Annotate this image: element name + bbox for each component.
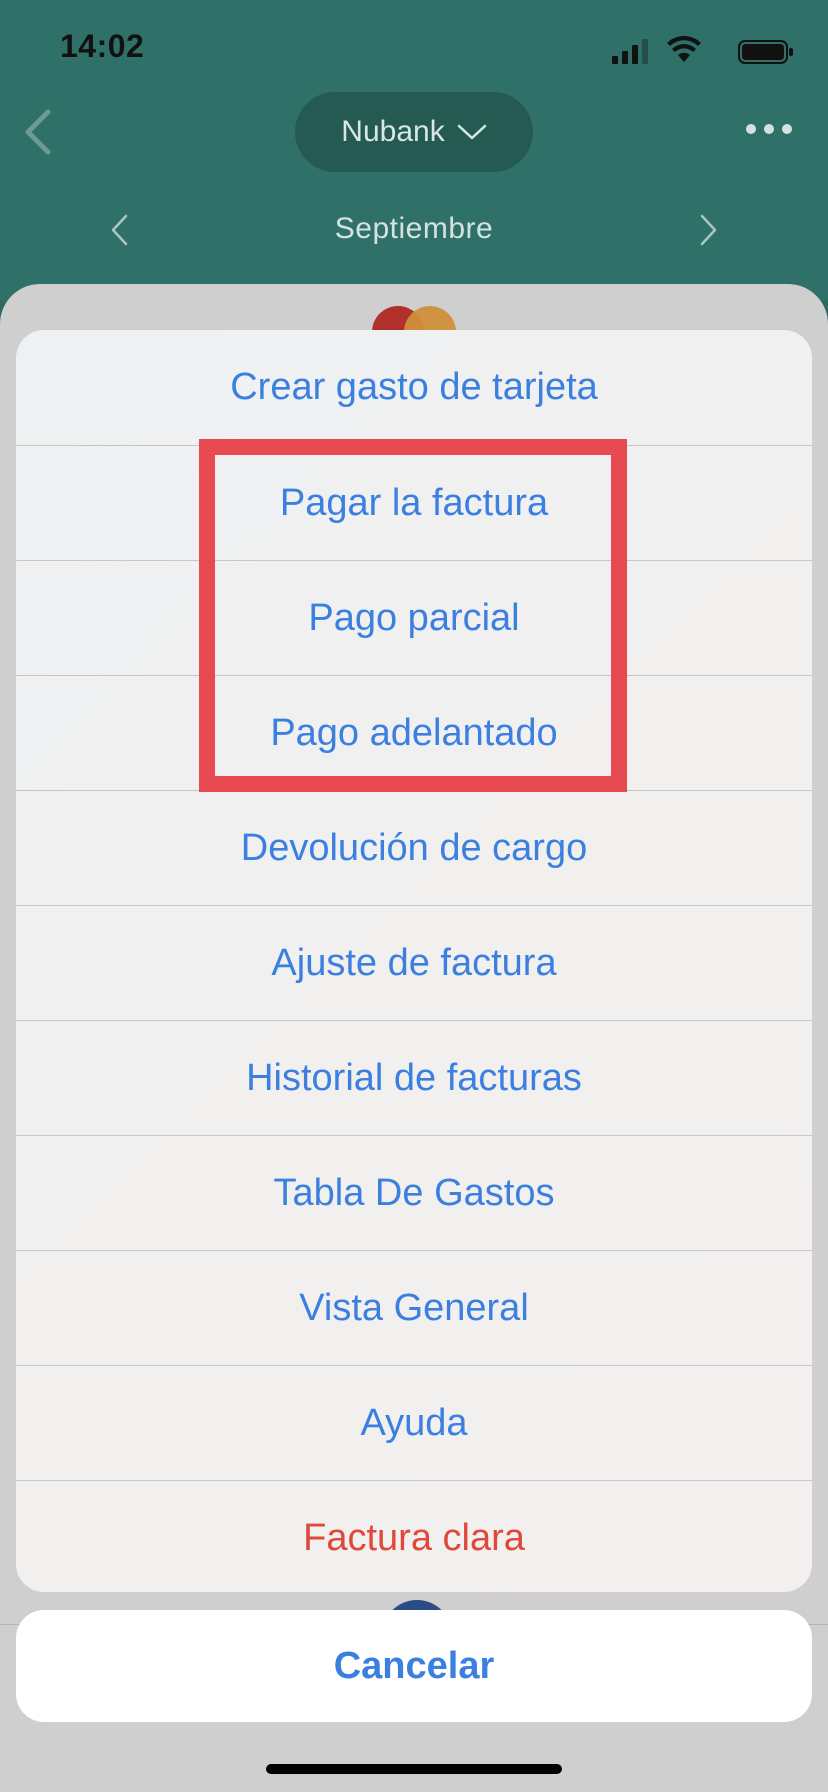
cancel-button[interactable]: Cancelar <box>16 1610 812 1722</box>
action-create-card-expense[interactable]: Crear gasto de tarjeta <box>16 330 812 445</box>
action-overview[interactable]: Vista General <box>16 1250 812 1365</box>
status-bar: 14:02 <box>0 0 828 100</box>
back-icon[interactable] <box>20 108 60 156</box>
account-name: Nubank <box>341 115 445 148</box>
action-chargeback[interactable]: Devolución de cargo <box>16 790 812 905</box>
more-options-icon[interactable] <box>746 124 792 138</box>
next-month-icon[interactable] <box>696 212 720 248</box>
home-indicator[interactable] <box>266 1764 562 1774</box>
cellular-signal-icon <box>612 39 648 64</box>
account-selector[interactable]: Nubank <box>295 92 533 172</box>
action-invoice-history[interactable]: Historial de facturas <box>16 1020 812 1135</box>
action-expense-table[interactable]: Tabla De Gastos <box>16 1135 812 1250</box>
action-help[interactable]: Ayuda <box>16 1365 812 1480</box>
highlight-annotation <box>199 439 627 792</box>
wifi-icon <box>667 36 701 62</box>
action-invoice-adjustment[interactable]: Ajuste de factura <box>16 905 812 1020</box>
chevron-down-icon <box>457 124 486 140</box>
battery-icon <box>738 40 793 64</box>
status-time: 14:02 <box>60 28 145 64</box>
status-icons <box>594 36 794 64</box>
action-clear-invoice[interactable]: Factura clara <box>16 1480 812 1592</box>
